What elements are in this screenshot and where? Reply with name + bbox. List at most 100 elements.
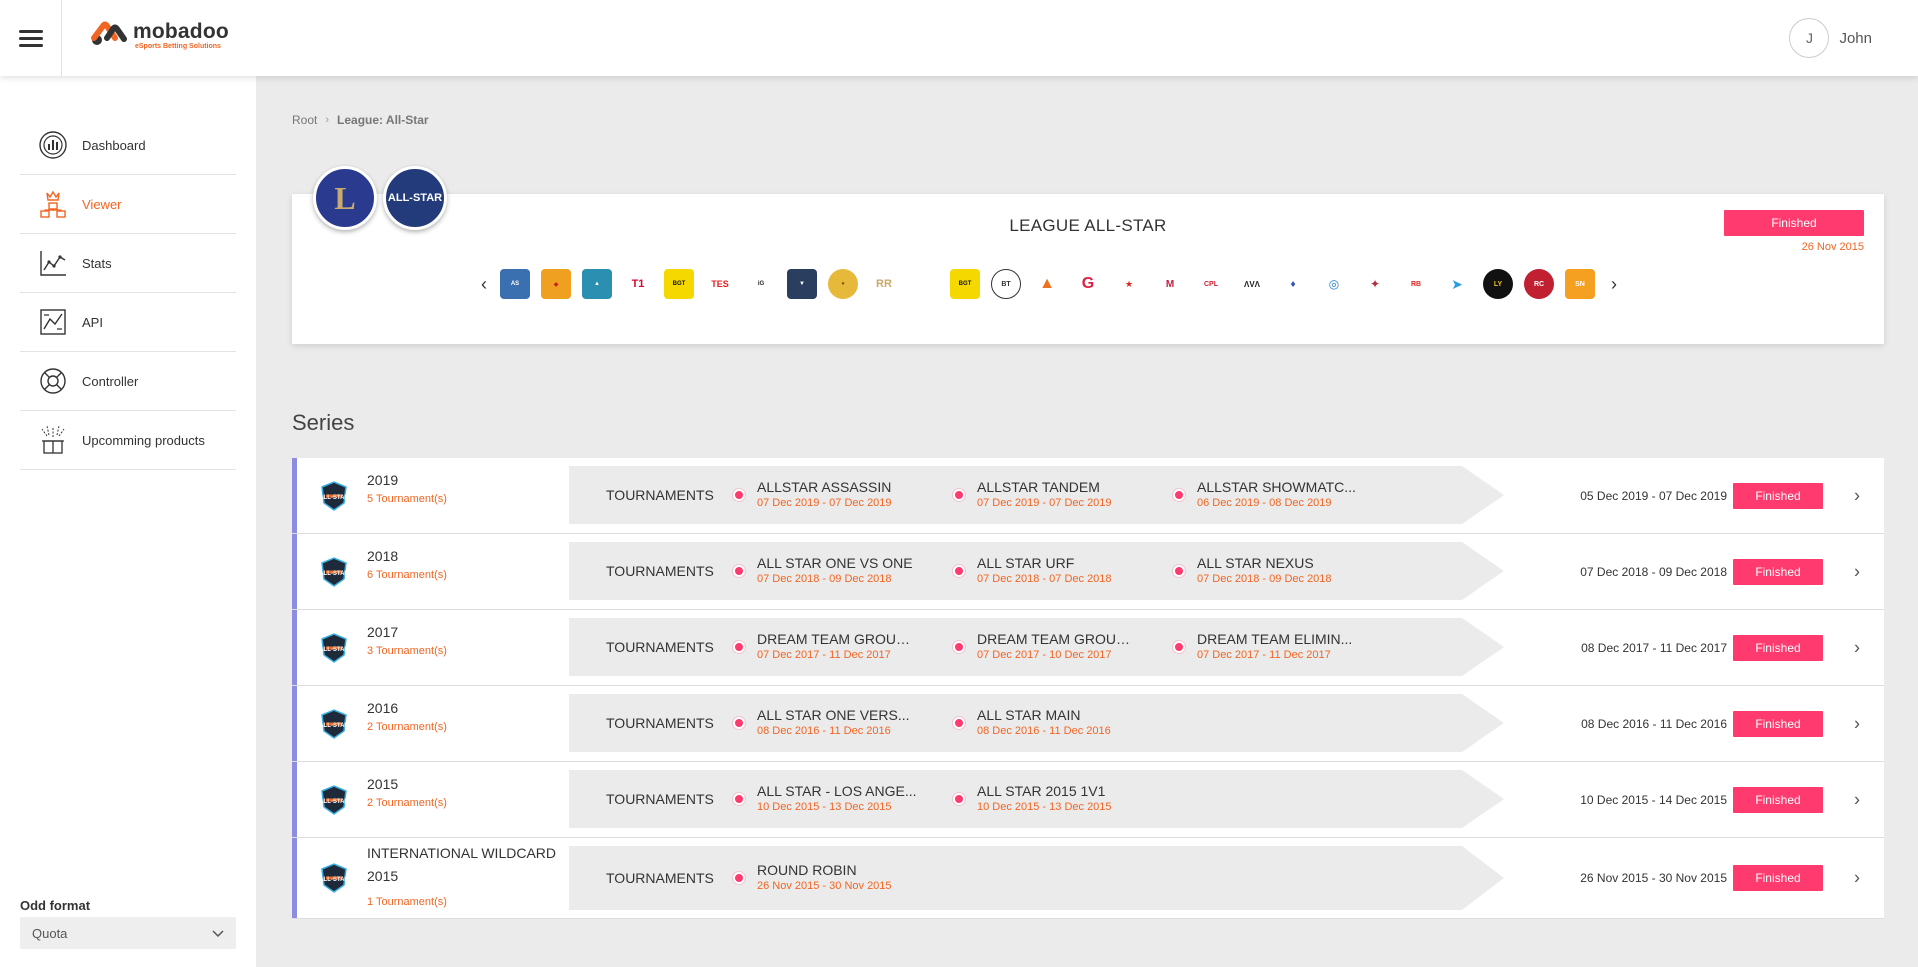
svg-text:ALL-STAR: ALL-STAR: [319, 647, 349, 653]
tournament-date: 10 Dec 2015 - 13 Dec 2015: [977, 801, 1112, 813]
team-logo-icon[interactable]: ●: [828, 269, 858, 299]
chevron-right-icon[interactable]: ›: [1854, 485, 1860, 506]
tournament-name: ALL STAR NEXUS: [1197, 555, 1314, 571]
sidebar-item-dashboard[interactable]: Dashboard: [20, 116, 236, 175]
sidebar-item-controller[interactable]: Controller: [20, 352, 236, 411]
team-logo-icon[interactable]: ✦: [1360, 269, 1390, 299]
team-logo-icon[interactable]: iG: [746, 269, 776, 299]
series-date-range: 05 Dec 2019 - 07 Dec 2019: [1580, 488, 1727, 503]
controller-icon: [36, 364, 70, 398]
brand-logo[interactable]: mobadoo eSports Betting Solutions: [91, 21, 229, 50]
svg-text:ALL-STAR: ALL-STAR: [319, 799, 349, 805]
chevron-right-icon[interactable]: ›: [1854, 561, 1860, 582]
status-badge[interactable]: Finished: [1733, 634, 1823, 661]
team-logo-icon[interactable]: BGT: [950, 269, 980, 299]
breadcrumb-root[interactable]: Root: [292, 113, 317, 127]
chevron-right-icon[interactable]: ›: [1854, 637, 1860, 658]
sidebar-item-viewer[interactable]: Viewer: [20, 175, 236, 234]
team-logo-icon[interactable]: M: [1155, 269, 1185, 299]
team-logo-icon[interactable]: ◆: [541, 269, 571, 299]
sidebar-item-label: API: [82, 314, 103, 330]
series-row[interactable]: ALL-STAR 2017 3 Tournament(s) TOURNAMENT…: [292, 610, 1884, 685]
brand-tagline: eSports Betting Solutions: [135, 43, 221, 50]
user-name: John: [1839, 29, 1872, 47]
tournament-date: 07 Dec 2018 - 09 Dec 2018: [757, 573, 892, 585]
series-list: ALL-STAR 2019 5 Tournament(s) TOURNAMENT…: [292, 458, 1884, 919]
team-logo-icon[interactable]: CPL: [1196, 269, 1226, 299]
series-name: 2016: [367, 700, 399, 716]
series-row[interactable]: ALL-STAR 2015 2 Tournament(s) TOURNAMENT…: [292, 762, 1884, 837]
team-logo-icon[interactable]: ➤: [1442, 269, 1472, 299]
tournament-date: 07 Dec 2018 - 09 Dec 2018: [1197, 573, 1332, 585]
svg-text:ALL-STAR: ALL-STAR: [319, 723, 349, 729]
status-dot-icon: [953, 793, 965, 805]
league-status-badge[interactable]: Finished: [1724, 210, 1864, 236]
team-logo-icon[interactable]: RB: [1401, 269, 1431, 299]
series-name: 2018: [367, 548, 399, 564]
chevron-down-icon: [212, 926, 224, 941]
series-name: INTERNATIONAL WILDCARD 2015: [367, 845, 557, 884]
team-logo-icon[interactable]: ◎: [1319, 269, 1349, 299]
series-row[interactable]: ALL-STAR 2016 2 Tournament(s) TOURNAMENT…: [292, 686, 1884, 761]
odd-format-select[interactable]: Quota: [20, 917, 236, 949]
team-logo-icon[interactable]: ΛVΛ: [1237, 269, 1267, 299]
team-logo-icon[interactable]: LY: [1483, 269, 1513, 299]
team-logo-icon[interactable]: BGT: [664, 269, 694, 299]
status-badge[interactable]: Finished: [1733, 558, 1823, 585]
series-row[interactable]: ALL-STAR INTERNATIONAL WILDCARD 2015 1 T…: [292, 838, 1884, 918]
series-date-range: 08 Dec 2017 - 11 Dec 2017: [1581, 640, 1727, 655]
tournament-name: ROUND ROBIN: [757, 862, 857, 878]
status-badge[interactable]: Finished: [1733, 710, 1823, 737]
status-badge[interactable]: Finished: [1733, 865, 1823, 891]
menu-toggle-button[interactable]: [0, 0, 62, 76]
chevron-right-icon[interactable]: ›: [1854, 789, 1860, 810]
tournament-name: ALL STAR URF: [977, 555, 1075, 571]
sidebar-item-api[interactable]: API: [20, 293, 236, 352]
series-row[interactable]: ALL-STAR 2019 5 Tournament(s) TOURNAMENT…: [292, 458, 1884, 533]
status-dot-icon: [953, 565, 965, 577]
team-logo-icon[interactable]: ★: [1114, 269, 1144, 299]
mobadoo-logo-icon: [91, 21, 129, 47]
chevron-right-icon[interactable]: ›: [1602, 266, 1626, 302]
team-logo-icon[interactable]: SN: [1565, 269, 1595, 299]
team-logo-icon[interactable]: ♦: [1278, 269, 1308, 299]
status-dot-icon: [733, 872, 745, 884]
status-badge[interactable]: Finished: [1733, 786, 1823, 813]
team-logo-icon[interactable]: BT: [991, 269, 1021, 299]
status-badge[interactable]: Finished: [1733, 482, 1823, 509]
chevron-right-icon[interactable]: ›: [1854, 713, 1860, 734]
tournament-name: ALL STAR 2015 1V1: [977, 783, 1106, 799]
products-icon: [36, 423, 70, 457]
team-logo-icon[interactable]: RC: [1524, 269, 1554, 299]
tournament-name: ALL STAR - LOS ANGE...: [757, 783, 917, 799]
series-tournament-count: 2 Tournament(s): [367, 797, 447, 809]
chevron-right-icon: ›: [325, 114, 330, 126]
team-logo-icon[interactable]: RR: [869, 269, 899, 299]
chevron-right-icon[interactable]: ›: [1854, 868, 1860, 889]
team-logo-icon[interactable]: G: [1073, 269, 1103, 299]
sidebar-item-stats[interactable]: Stats: [20, 234, 236, 293]
team-logo-icon[interactable]: ▲: [1032, 269, 1062, 299]
all-star-icon: ALL-STAR: [383, 166, 447, 230]
avatar: J: [1789, 18, 1830, 58]
tournaments-label: TOURNAMENTS: [606, 791, 714, 807]
tournament-date: 07 Dec 2017 - 11 Dec 2017: [757, 649, 891, 661]
team-logo-icon[interactable]: ▼: [787, 269, 817, 299]
team-logo-icon[interactable]: TES: [705, 269, 735, 299]
tournament-name: ALLSTAR ASSASSIN: [757, 479, 892, 495]
sidebar-item-upcomming-products[interactable]: Upcomming products: [20, 411, 236, 470]
user-menu[interactable]: J John: [1789, 18, 1872, 58]
status-dot-icon: [1173, 565, 1185, 577]
series-name: 2015: [367, 776, 399, 792]
chevron-left-icon[interactable]: ‹: [472, 266, 496, 302]
series-row[interactable]: ALL-STAR 2018 6 Tournament(s) TOURNAMENT…: [292, 534, 1884, 609]
team-logo-icon[interactable]: T1: [623, 269, 653, 299]
all-star-logo-icon: ALL-STAR: [317, 707, 351, 741]
svg-text:ALL-STAR: ALL-STAR: [319, 877, 349, 883]
team-logo-icon[interactable]: AS: [500, 269, 530, 299]
tournament-date: 07 Dec 2019 - 07 Dec 2019: [757, 497, 892, 509]
series-date-range: 10 Dec 2015 - 14 Dec 2015: [1580, 792, 1727, 807]
tournament-name: ALL STAR MAIN: [977, 707, 1081, 723]
tournament-date: 08 Dec 2016 - 11 Dec 2016: [977, 725, 1111, 737]
team-logo-icon[interactable]: ▲: [582, 269, 612, 299]
